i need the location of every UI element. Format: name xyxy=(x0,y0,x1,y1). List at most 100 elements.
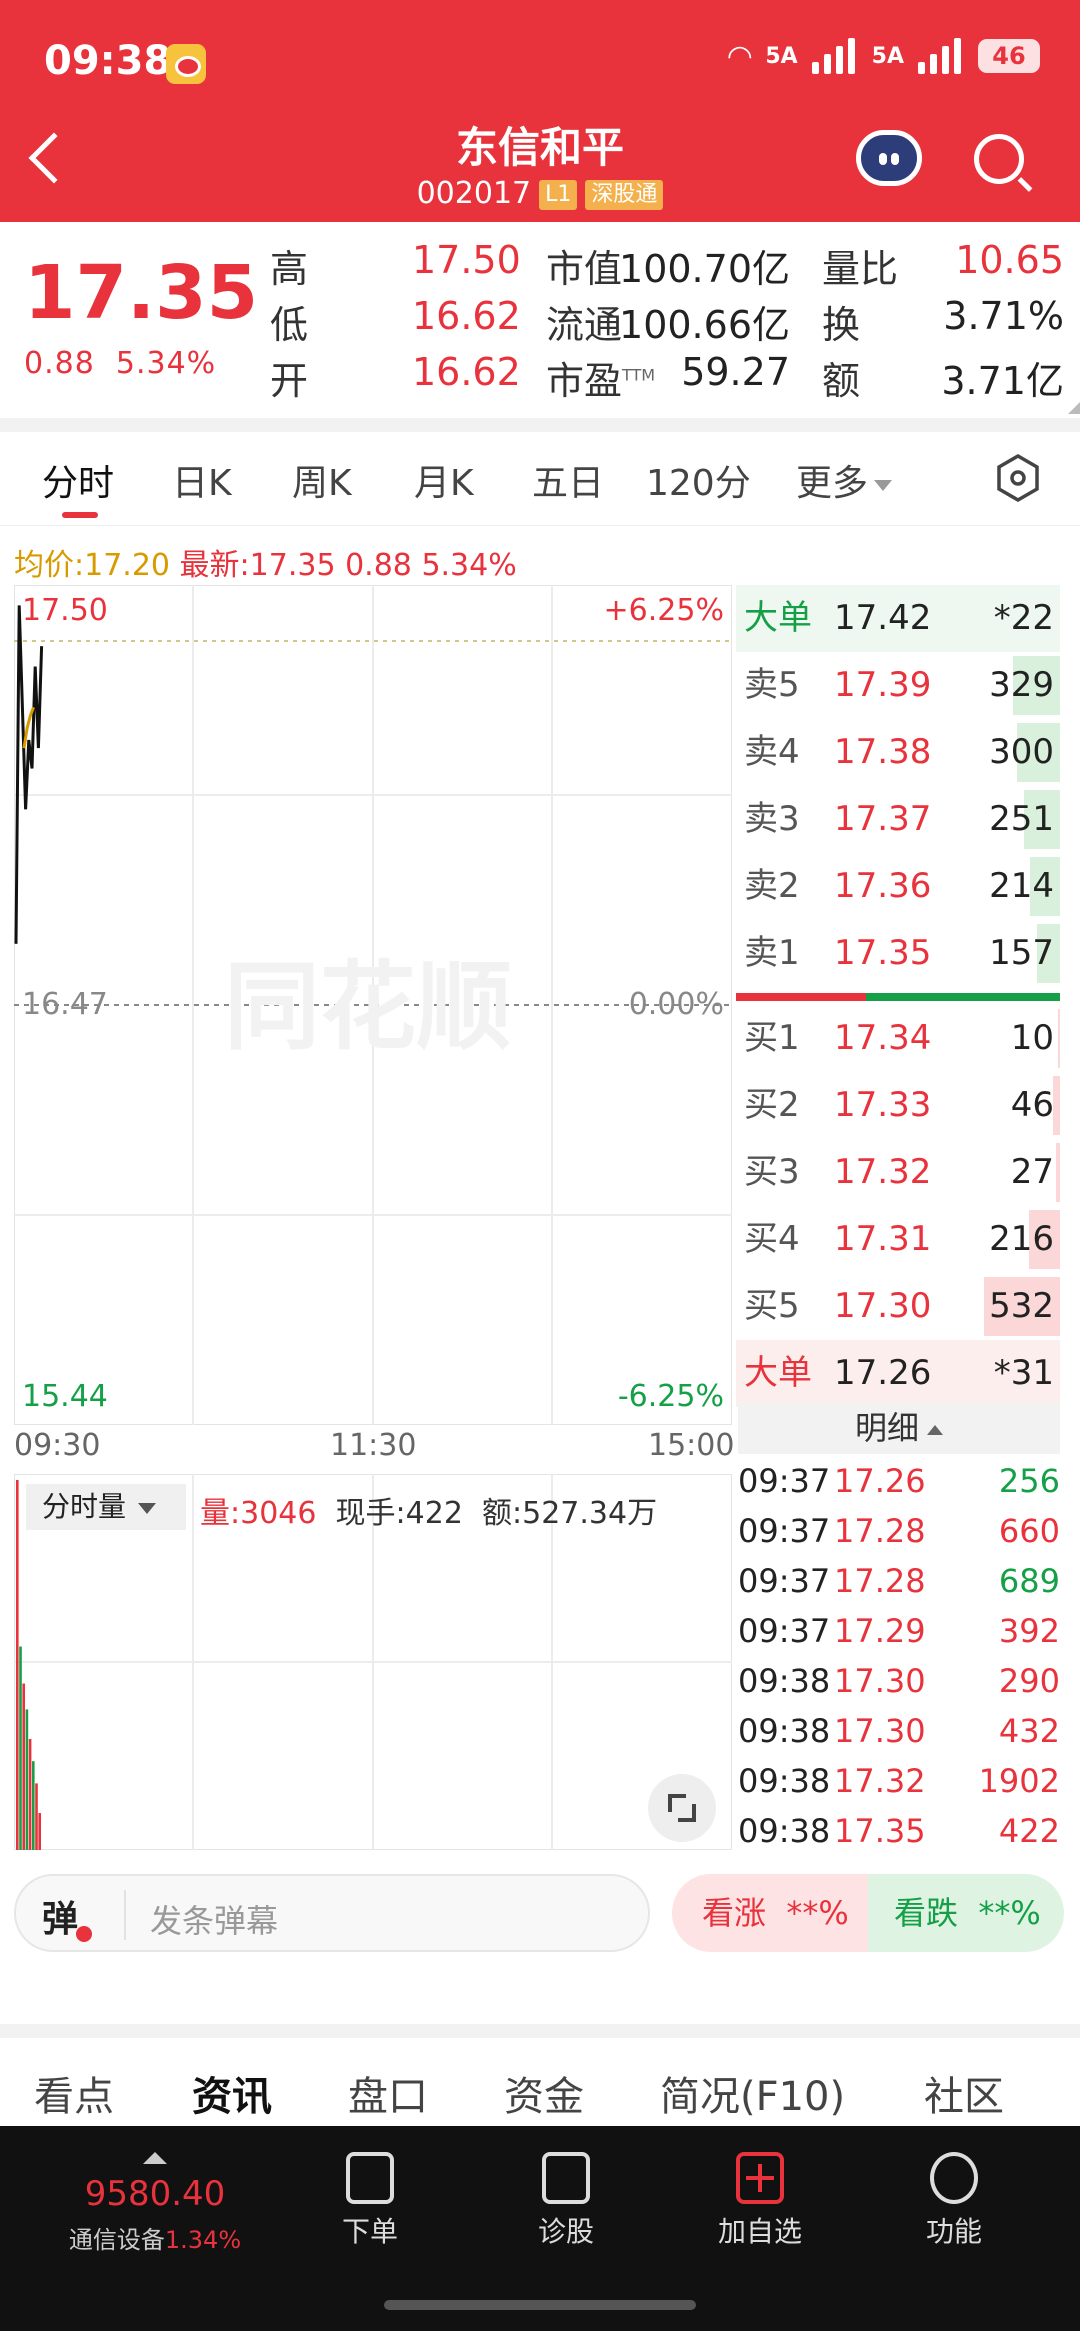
bid-row[interactable]: 买4 17.31 216 xyxy=(736,1206,1060,1273)
ask-row[interactable]: 卖2 17.36 214 xyxy=(736,853,1060,920)
latest-change: 0.88 xyxy=(345,548,412,583)
chevron-down-icon xyxy=(138,1502,157,1514)
volume-info: 量:3046 现手:422 额:527.34万 xyxy=(200,1488,657,1532)
volume-type-select[interactable]: 分时量 xyxy=(26,1484,186,1530)
settings-hex-icon[interactable] xyxy=(992,452,1044,504)
trade-price: 17.28 xyxy=(834,1562,926,1600)
tab-daily-k[interactable]: 日K xyxy=(172,454,232,506)
big-sell-vol: *22 xyxy=(993,598,1054,638)
trade-vol: 1902 xyxy=(978,1762,1060,1800)
trade-time: 09:38 xyxy=(738,1712,831,1750)
pct-mid-label: 0.00% xyxy=(628,987,724,1022)
market-cap-value: 100.70亿 xyxy=(619,247,790,291)
tab-highlights[interactable]: 看点 xyxy=(34,2064,114,2122)
diagnose-button[interactable]: 诊股 xyxy=(506,2152,626,2250)
tab-profile-f10[interactable]: 简况(F10) xyxy=(660,2064,845,2122)
bid-price: 17.34 xyxy=(834,1018,932,1058)
weibo-icon xyxy=(166,44,206,84)
pct-top-label: +6.25% xyxy=(603,593,724,628)
tab-intraday[interactable]: 分时 xyxy=(42,454,114,506)
ask-label: 卖4 xyxy=(744,732,800,772)
trade-row: 09:38 17.32 1902 xyxy=(738,1756,1060,1806)
trade-vol: 290 xyxy=(998,1662,1060,1700)
sector-name: 通信设备 xyxy=(68,2226,165,2254)
bid-ask-ratio-bar xyxy=(736,991,1060,1001)
trade-vol: 422 xyxy=(998,1812,1060,1850)
tab-120min[interactable]: 120分 xyxy=(646,454,751,506)
sentiment-vote: 看涨 **% 看跌 **% xyxy=(672,1874,1064,1952)
danmaku-placeholder[interactable]: 发条弹幕 xyxy=(150,1896,278,1942)
vote-bearish-button[interactable]: 看跌 **% xyxy=(868,1874,1064,1952)
search-icon[interactable] xyxy=(974,134,1024,184)
network-label-2: 5A xyxy=(871,43,904,69)
functions-button[interactable]: 功能 xyxy=(894,2152,1014,2250)
open-label: 开 xyxy=(270,359,309,403)
add-watchlist-button[interactable]: 加自选 xyxy=(700,2152,820,2250)
big-sell-row[interactable]: 大单 17.42 *22 xyxy=(736,585,1060,652)
quote-row-1: 高 17.50 xyxy=(270,238,521,293)
trade-row: 09:38 17.30 290 xyxy=(738,1656,1060,1706)
danmaku-divider xyxy=(124,1890,126,1940)
current-price: 17.35 xyxy=(24,250,259,336)
danmaku-toggle-icon[interactable]: 弹 xyxy=(42,1890,93,1942)
current-hand: 现手:422 xyxy=(335,1496,463,1531)
vote-bullish-button[interactable]: 看涨 **% xyxy=(672,1874,872,1952)
place-order-button[interactable]: 下单 xyxy=(310,2152,430,2250)
bid-label: 买5 xyxy=(744,1286,800,1326)
bid-vol: 532 xyxy=(989,1286,1054,1326)
ask-row[interactable]: 卖3 17.37 251 xyxy=(736,786,1060,853)
bid-row[interactable]: 买5 17.30 532 xyxy=(736,1273,1060,1340)
bid-price: 17.32 xyxy=(834,1152,932,1192)
ask-row[interactable]: 卖4 17.38 300 xyxy=(736,719,1060,786)
price-line xyxy=(14,605,44,944)
triangle-up-icon xyxy=(143,2152,167,2164)
bid-price: 17.33 xyxy=(834,1085,932,1125)
danmaku-input-bar[interactable]: 弹 发条弹幕 xyxy=(14,1874,650,1952)
trade-detail-header[interactable]: 明细 xyxy=(738,1402,1060,1454)
change-value: 0.88 xyxy=(24,346,95,381)
trade-time: 09:37 xyxy=(738,1462,831,1500)
ask-vol: 251 xyxy=(989,799,1054,839)
expand-corner-icon[interactable] xyxy=(1068,402,1080,414)
tab-weekly-k[interactable]: 周K xyxy=(292,454,352,506)
trade-row: 09:38 17.35 422 xyxy=(738,1806,1060,1856)
bid-row[interactable]: 买2 17.33 46 xyxy=(736,1072,1060,1139)
trade-time: 09:37 xyxy=(738,1612,831,1650)
tab-five-day[interactable]: 五日 xyxy=(532,454,604,506)
tab-more[interactable]: 更多 xyxy=(796,454,893,506)
ask-row[interactable]: 卖5 17.39 329 xyxy=(736,652,1060,719)
latest-change-pct: 5.34% xyxy=(421,548,517,583)
header-bar: 09:38 ◠ 5A 5A 46 东信和平 002017 L1 深股通 xyxy=(0,0,1080,222)
float-cap-value: 100.66亿 xyxy=(619,303,790,347)
change-percent: 5.34% xyxy=(115,346,217,381)
tab-community[interactable]: 社区 xyxy=(924,2064,1004,2122)
sector-index[interactable]: 9580.40 通信设备1.34% xyxy=(40,2152,270,2255)
latest-price-label: 最新:17.35 xyxy=(179,548,336,583)
ask-vol: 300 xyxy=(989,732,1054,772)
volume-ratio: 量比 10.65 xyxy=(822,238,1064,293)
bid-label: 买3 xyxy=(744,1152,800,1192)
stock-code: 002017 xyxy=(416,176,532,211)
signal-icon xyxy=(811,38,858,74)
status-time: 09:38 xyxy=(44,38,172,84)
bid-row[interactable]: 买1 17.34 10 xyxy=(736,1005,1060,1072)
intraday-chart[interactable]: 同花顺 17.50 +6.25% 16.47 0.00% 15.44 -6.25… xyxy=(13,584,733,1426)
chevron-down-icon xyxy=(874,479,893,491)
trade-detail-list[interactable]: 09:37 17.26 256 09:37 17.28 660 09:37 17.28 689 0… xyxy=(738,1456,1060,1856)
amount-value: 3.71亿 xyxy=(941,359,1064,403)
big-buy-row[interactable]: 大单 17.26 *31 xyxy=(736,1340,1060,1407)
float-cap: 流通 100.66亿 xyxy=(546,294,790,349)
document-icon xyxy=(346,2152,394,2204)
tab-news[interactable]: 资讯 xyxy=(192,2064,272,2122)
tab-capital-flow[interactable]: 资金 xyxy=(504,2064,584,2122)
volume-bar xyxy=(19,1646,22,1850)
tab-monthly-k[interactable]: 月K xyxy=(414,454,474,506)
robot-assistant-icon[interactable] xyxy=(856,130,922,186)
tab-order-book[interactable]: 盘口 xyxy=(348,2064,428,2122)
home-indicator[interactable] xyxy=(384,2300,696,2310)
add-watchlist-label: 加自选 xyxy=(717,2215,802,2248)
big-buy-vol: *31 xyxy=(993,1353,1054,1393)
bid-row[interactable]: 买3 17.32 27 xyxy=(736,1139,1060,1206)
ask-row[interactable]: 卖1 17.35 157 xyxy=(736,920,1060,987)
fullscreen-icon[interactable] xyxy=(648,1774,716,1842)
